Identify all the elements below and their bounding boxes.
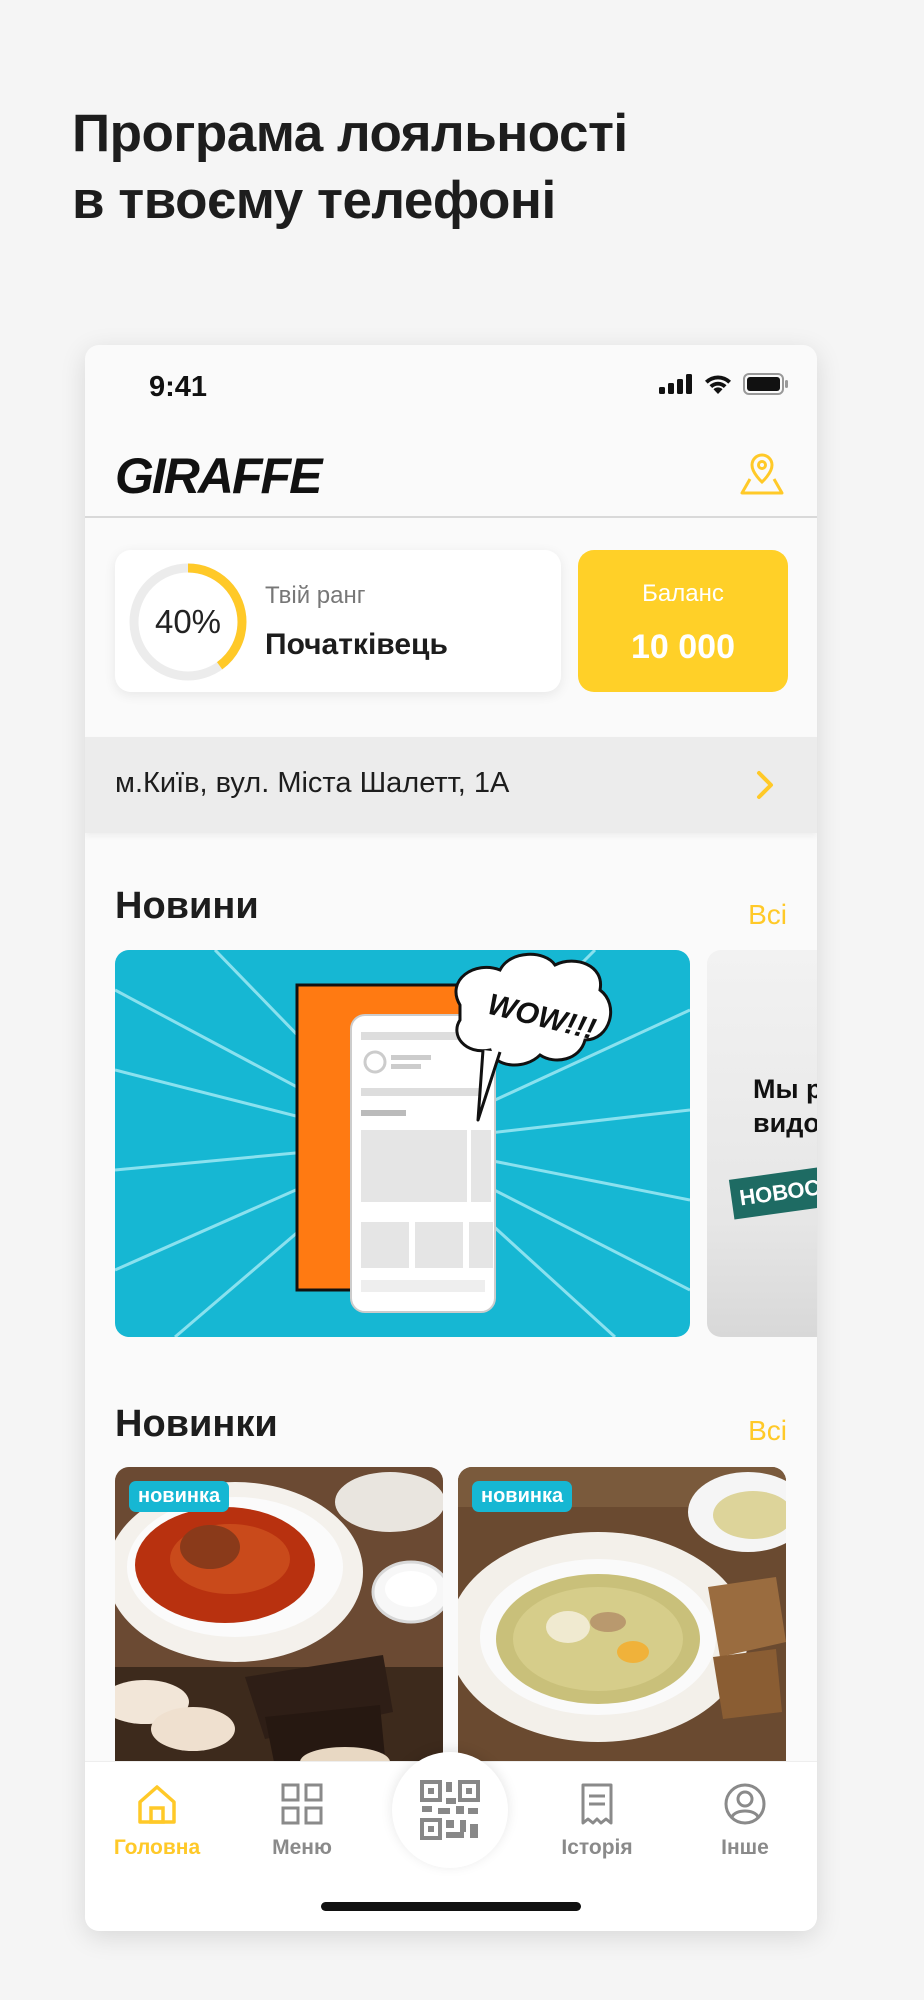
tab-history-label: Історія (561, 1836, 633, 1859)
new-badge: новинка (129, 1481, 230, 1512)
soup-photo (458, 1467, 786, 1767)
map-pin-icon[interactable] (737, 451, 787, 497)
app-header: GIRAFFE (85, 425, 817, 518)
headline-line-2: в твоєму телефоні (72, 171, 556, 230)
borscht-photo (115, 1467, 443, 1767)
food-card-borscht[interactable]: новинка (115, 1467, 443, 1767)
tab-home-label: Головна (113, 1836, 201, 1859)
news-card-secondary-line-2: видо (753, 1108, 817, 1138)
qr-code-icon (420, 1780, 480, 1840)
headline-line-1: Програма лояльності (72, 104, 628, 163)
grid-icon (281, 1783, 323, 1825)
balance-value: 10 000 (631, 628, 735, 666)
tab-menu[interactable]: Меню (242, 1782, 362, 1860)
home-indicator (321, 1902, 581, 1911)
user-icon (724, 1783, 766, 1825)
wifi-icon (705, 375, 731, 394)
tab-other[interactable]: Інше (685, 1782, 805, 1860)
phone-screen: 9:41 GIRAFFE 40% Твій ранг Початківець Б… (85, 345, 817, 1931)
tab-home[interactable]: Головна (97, 1782, 217, 1860)
new-items-title: Новинки (115, 1403, 278, 1445)
news-card-secondary-banner: НОВОС (728, 1160, 817, 1220)
tab-history[interactable]: Історія (537, 1782, 657, 1860)
news-card-secondary-text: Мы р видо (753, 1072, 817, 1140)
news-card-illustration: WOW!!! (115, 950, 690, 1337)
new-badge: новинка (472, 1481, 573, 1512)
status-icons (659, 373, 789, 395)
qr-code-button[interactable] (392, 1752, 508, 1868)
tab-menu-label: Меню (272, 1836, 332, 1859)
receipt-icon (581, 1783, 613, 1825)
rank-card[interactable]: 40% Твій ранг Початківець (115, 550, 561, 692)
tab-other-label: Інше (721, 1836, 769, 1859)
news-card-secondary-line-1: Мы р (753, 1074, 817, 1104)
giraffe-logo: GIRAFFE (115, 451, 326, 499)
rank-value: Початківець (265, 628, 448, 661)
headline: Програма лояльності в твоєму телефоні (72, 100, 628, 234)
news-card-main[interactable]: WOW!!! (115, 950, 690, 1337)
news-card-secondary[interactable]: Мы р видо НОВОС (707, 950, 817, 1337)
status-time: 9:41 (149, 371, 208, 403)
new-items-all-link[interactable]: Всі (748, 1415, 787, 1447)
balance-label: Баланс (642, 580, 724, 607)
battery-icon (743, 373, 788, 395)
news-title: Новини (115, 885, 259, 927)
balance-card[interactable]: Баланс 10 000 (578, 550, 788, 692)
rank-label: Твій ранг (265, 582, 366, 609)
status-bar: 9:41 (85, 345, 817, 425)
address-text: м.Київ, вул. Міста Шалетт, 1А (115, 767, 510, 799)
address-selector[interactable]: м.Київ, вул. Міста Шалетт, 1А (85, 737, 817, 833)
home-icon (138, 1785, 176, 1824)
news-all-link[interactable]: Всі (748, 899, 787, 931)
signal-icon (659, 374, 692, 394)
rank-percent: 40% (154, 603, 222, 640)
chevron-right-icon (757, 771, 773, 799)
svg-text:GIRAFFE: GIRAFFE (115, 451, 324, 499)
food-card-soup[interactable]: новинка (458, 1467, 786, 1767)
